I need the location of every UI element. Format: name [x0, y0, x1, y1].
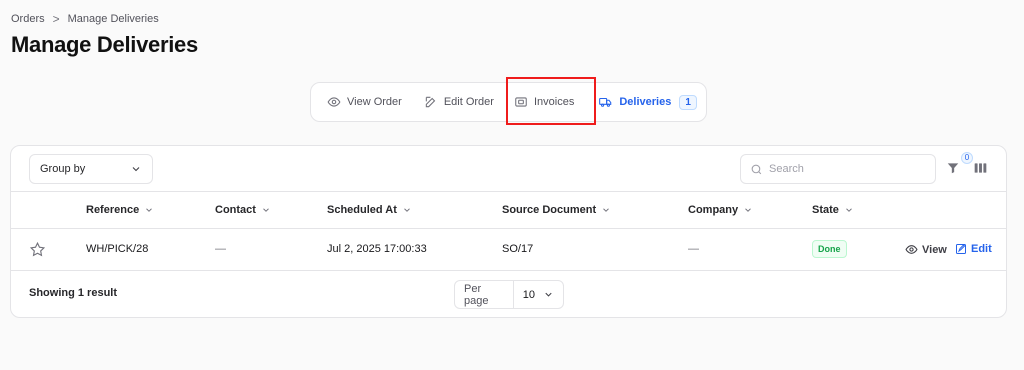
breadcrumb-orders-link[interactable]: Orders: [11, 13, 45, 25]
per-page-select[interactable]: Per page 10: [454, 280, 564, 309]
tab-view-order[interactable]: View Order: [319, 83, 410, 121]
table-toolbar: Group by 0: [11, 146, 1006, 192]
edit-label: Edit: [971, 243, 992, 255]
search-box: [740, 154, 936, 184]
chevron-down-icon: [404, 208, 410, 212]
breadcrumb: Orders > Manage Deliveries: [11, 12, 159, 26]
tab-label: Edit Order: [443, 96, 494, 108]
eye-icon: [905, 245, 918, 254]
filter-count-badge: 0: [961, 152, 973, 164]
edit-icon: [425, 96, 436, 108]
breadcrumb-separator: >: [52, 12, 60, 26]
chevron-down-icon: [846, 208, 852, 212]
search-icon: [751, 164, 762, 174]
group-by-select[interactable]: Group by: [29, 154, 153, 184]
deliveries-count-badge: 1: [679, 94, 697, 110]
column-label: Source Document: [502, 204, 597, 216]
column-label: Reference: [86, 204, 140, 216]
column-header-source-document[interactable]: Source Document: [502, 204, 611, 216]
per-page-value: 10: [522, 288, 535, 301]
edit-button[interactable]: Edit: [955, 243, 992, 255]
tab-invoices[interactable]: Invoices: [506, 83, 582, 121]
chevron-down-icon: [132, 167, 140, 172]
filter-icon[interactable]: [946, 161, 960, 175]
column-label: Scheduled At: [327, 204, 397, 216]
chevron-down-icon: [545, 292, 552, 297]
column-header-scheduled-at[interactable]: Scheduled At: [327, 204, 412, 216]
result-count: Showing 1 result: [29, 287, 118, 299]
group-by-label: Group by: [40, 163, 86, 175]
chevron-down-icon: [263, 208, 269, 212]
tab-deliveries[interactable]: Deliveries 1: [590, 83, 705, 121]
view-button[interactable]: View: [905, 243, 947, 256]
column-label: Company: [688, 204, 739, 216]
company-cell: —: [688, 243, 699, 255]
table-header: Reference Contact Scheduled At Source Do…: [11, 192, 1006, 229]
breadcrumb-current: Manage Deliveries: [67, 13, 159, 25]
column-header-state[interactable]: State: [812, 204, 854, 216]
invoice-icon: [515, 97, 527, 107]
status-badge: Done: [812, 240, 847, 258]
per-page-label: Per page: [455, 281, 514, 308]
truck-icon: [599, 97, 612, 107]
column-header-contact[interactable]: Contact: [215, 204, 271, 216]
record-tabs: View Order Edit Order Invoices Deliverie…: [310, 82, 707, 122]
chevron-down-icon: [745, 208, 751, 212]
page-title: Manage Deliveries: [11, 32, 198, 57]
column-header-reference[interactable]: Reference: [86, 204, 154, 216]
per-page-value-wrap: 10: [514, 289, 563, 301]
chevron-down-icon: [603, 208, 609, 212]
edit-icon: [956, 244, 966, 254]
scheduled-at-cell: Jul 2, 2025 17:00:33: [327, 243, 427, 255]
column-label: Contact: [215, 204, 256, 216]
table-footer: Showing 1 result Per page 10: [11, 271, 1006, 317]
tab-label: View Order: [347, 96, 402, 108]
source-document-cell: SO/17: [502, 243, 534, 255]
column-header-company[interactable]: Company: [688, 204, 753, 216]
view-label: View: [922, 243, 947, 256]
table-row[interactable]: WH/PICK/28 — Jul 2, 2025 17:00:33 SO/17 …: [11, 229, 1006, 271]
tab-edit-order[interactable]: Edit Order: [416, 83, 502, 121]
tab-label: Deliveries: [619, 96, 672, 108]
columns-icon[interactable]: [973, 161, 988, 175]
chevron-down-icon: [146, 208, 153, 212]
eye-icon: [327, 97, 341, 107]
search-input[interactable]: [769, 163, 919, 175]
deliveries-table-panel: Group by 0 Reference Contact Scheduled A…: [10, 145, 1007, 318]
contact-cell: —: [215, 243, 226, 255]
star-icon[interactable]: [29, 241, 46, 258]
column-label: State: [812, 204, 839, 216]
tab-label: Invoices: [533, 96, 575, 108]
reference-cell: WH/PICK/28: [86, 243, 149, 255]
